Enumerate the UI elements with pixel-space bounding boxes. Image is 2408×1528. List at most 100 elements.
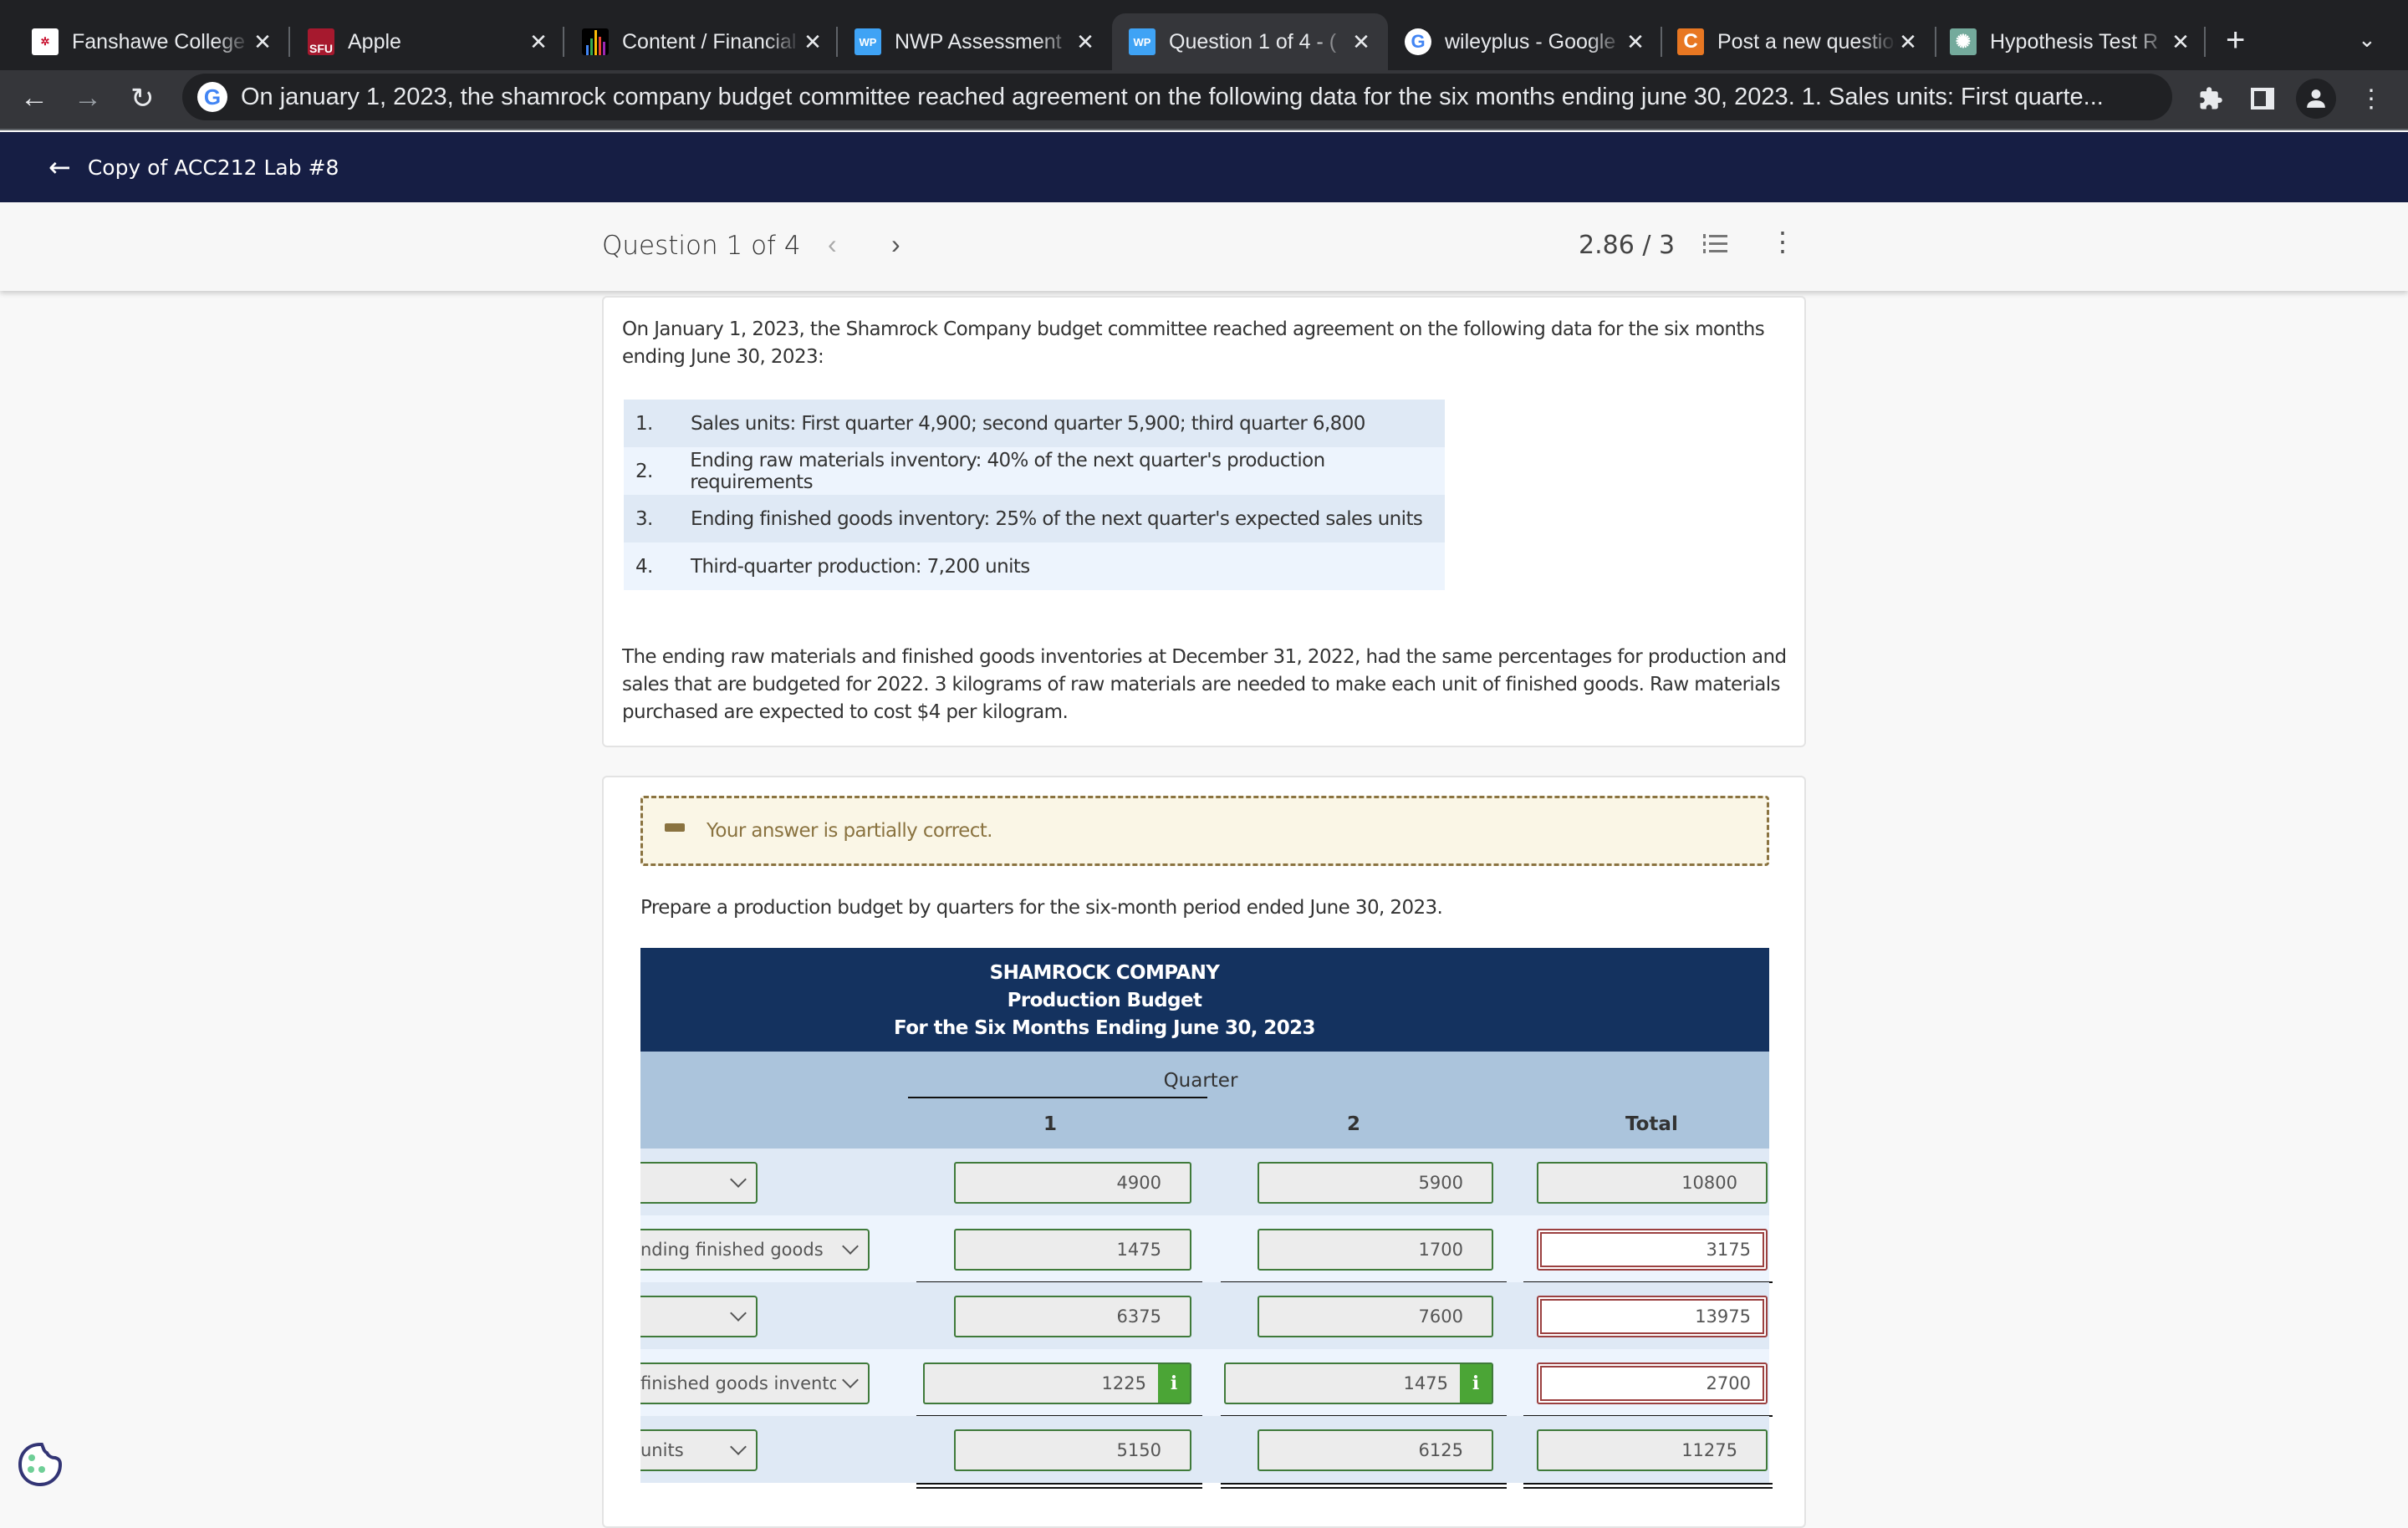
browser-menu-icon[interactable]: ⋮ bbox=[2351, 79, 2391, 119]
info-icon[interactable]: i bbox=[1460, 1364, 1492, 1403]
total-input[interactable]: 11275 bbox=[1537, 1429, 1768, 1471]
tab-separator bbox=[1935, 27, 1936, 57]
tab-label: Apple bbox=[348, 29, 401, 53]
condition-text: Third-quarter production: 7,200 units bbox=[691, 555, 1030, 578]
tab-search-chevron-icon[interactable]: ⌄ bbox=[2358, 27, 2376, 53]
q2-input[interactable]: 7600 bbox=[1258, 1296, 1493, 1337]
table-row: 6375 7600 13975 bbox=[640, 1282, 1769, 1349]
row-label-select[interactable]: nding finished goods bbox=[640, 1229, 870, 1271]
extensions-puzzle-icon[interactable] bbox=[2191, 79, 2231, 119]
question-more-menu-icon[interactable]: ⋮ bbox=[1769, 226, 1796, 257]
close-tab-icon[interactable]: ✕ bbox=[1624, 29, 1647, 55]
tab-fanshawe[interactable]: ✲ Fanshawe College ✕ bbox=[32, 13, 274, 70]
row-label-select[interactable] bbox=[640, 1162, 758, 1204]
chevron-down-icon bbox=[842, 1238, 859, 1255]
statement-name: Production Budget bbox=[1007, 990, 1202, 1011]
browser-toolbar: ← → ↻ G On january 1, 2023, the shamrock… bbox=[0, 70, 2408, 130]
new-tab-button[interactable]: + bbox=[2226, 22, 2245, 59]
close-tab-icon[interactable]: ✕ bbox=[1349, 29, 1373, 55]
tab-separator bbox=[563, 27, 564, 57]
tab-hypothesis-test[interactable]: ✺ Hypothesis Test R ✕ bbox=[1950, 13, 2192, 70]
close-tab-icon[interactable]: ✕ bbox=[801, 29, 824, 55]
condition-number: 2. bbox=[635, 460, 653, 482]
course-header: ← Copy of ACC212 Lab #8 bbox=[0, 132, 2408, 202]
total-input-incorrect[interactable]: 13975 bbox=[1537, 1296, 1768, 1337]
address-text[interactable]: On january 1, 2023, the shamrock company… bbox=[241, 84, 2104, 111]
back-arrow-icon[interactable]: ← bbox=[48, 151, 71, 183]
problem-notes: The ending raw materials and finished go… bbox=[622, 646, 1787, 723]
profile-avatar-icon[interactable] bbox=[2296, 79, 2336, 119]
tab-separator bbox=[2204, 27, 2206, 57]
previous-question-button[interactable]: ‹ bbox=[828, 229, 837, 260]
q1-input[interactable]: 1475 bbox=[954, 1229, 1191, 1271]
side-panel-icon[interactable] bbox=[2242, 79, 2283, 119]
column-header-q2: 2 bbox=[1347, 1113, 1361, 1135]
close-tab-icon[interactable]: ✕ bbox=[251, 29, 274, 55]
q1-input[interactable]: 6375 bbox=[954, 1296, 1191, 1337]
chegg-icon: C bbox=[1677, 28, 1704, 55]
cell-value: 1475 bbox=[1403, 1373, 1448, 1393]
q2-input[interactable]: 1475 i bbox=[1224, 1362, 1493, 1404]
browser-tab-strip: ✲ Fanshawe College ✕ SFU Apple ✕ Content… bbox=[0, 0, 2408, 70]
company-name: SHAMROCK COMPANY bbox=[989, 962, 1220, 984]
row-label-select[interactable] bbox=[640, 1296, 758, 1337]
address-bar[interactable]: G On january 1, 2023, the shamrock compa… bbox=[182, 74, 2172, 120]
tab-question-active[interactable]: WP Question 1 of 4 - ( ✕ bbox=[1112, 13, 1388, 70]
tab-separator bbox=[1661, 27, 1662, 57]
next-question-button[interactable]: › bbox=[891, 229, 900, 260]
budget-table-header: SHAMROCK COMPANY Production Budget For t… bbox=[640, 948, 1769, 1052]
assignment-back-link[interactable]: Copy of ACC212 Lab #8 bbox=[88, 155, 339, 180]
q2-input[interactable]: 6125 bbox=[1258, 1429, 1493, 1471]
row-label-select[interactable]: finished goods inventory bbox=[640, 1362, 870, 1404]
column-header-q1: 1 bbox=[1043, 1113, 1058, 1135]
tab-nwp-assessment[interactable]: WP NWP Assessment ✕ bbox=[855, 13, 1097, 70]
chevron-down-icon bbox=[842, 1372, 859, 1388]
question-list-icon[interactable] bbox=[1702, 232, 1727, 256]
close-tab-icon[interactable]: ✕ bbox=[1074, 29, 1097, 55]
info-icon[interactable]: i bbox=[1158, 1364, 1190, 1403]
chevron-down-icon bbox=[730, 1439, 747, 1455]
tab-label: Hypothesis Test R bbox=[1990, 29, 2159, 53]
tab-label: Fanshawe College bbox=[72, 29, 246, 53]
condition-item: 4. Third-quarter production: 7,200 units bbox=[624, 542, 1445, 590]
condition-number: 1. bbox=[635, 412, 653, 435]
row-label-select[interactable]: units bbox=[640, 1429, 758, 1471]
tab-label: Question 1 of 4 - ( bbox=[1169, 29, 1337, 53]
bar-chart-icon bbox=[582, 28, 609, 55]
total-input-incorrect[interactable]: 2700 bbox=[1537, 1362, 1768, 1404]
close-tab-icon[interactable]: ✕ bbox=[527, 29, 550, 55]
wp-logo-icon: WP bbox=[855, 28, 881, 55]
select-value: finished goods inventory bbox=[640, 1373, 836, 1393]
tab-content-financial[interactable]: Content / Financial ✕ bbox=[582, 13, 824, 70]
total-input-incorrect[interactable]: 3175 bbox=[1537, 1229, 1768, 1271]
condition-text: Ending finished goods inventory: 25% of … bbox=[691, 507, 1423, 530]
q1-input[interactable]: 1225 i bbox=[923, 1362, 1191, 1404]
select-value: nding finished goods bbox=[640, 1240, 824, 1260]
tab-separator bbox=[288, 27, 290, 57]
tab-wileyplus-google[interactable]: G wileyplus - Google ✕ bbox=[1405, 13, 1647, 70]
q2-input[interactable]: 1700 bbox=[1258, 1229, 1493, 1271]
tab-chegg-post[interactable]: C Post a new question ✕ bbox=[1677, 13, 1920, 70]
tab-label: wileyplus - Google bbox=[1445, 29, 1616, 53]
partial-correct-feedback: Your answer is partially correct. bbox=[640, 796, 1769, 866]
condition-item: 2. Ending raw materials inventory: 40% of… bbox=[624, 447, 1445, 495]
condition-number: 3. bbox=[635, 507, 653, 530]
tab-separator bbox=[836, 27, 838, 57]
feedback-message: Your answer is partially correct. bbox=[707, 820, 992, 842]
total-input[interactable]: 10800 bbox=[1537, 1162, 1768, 1204]
close-tab-icon[interactable]: ✕ bbox=[2169, 29, 2192, 55]
instruction-text: Prepare a production budget by quarters … bbox=[640, 897, 1443, 919]
tab-label: Post a new question bbox=[1717, 29, 1896, 53]
q2-input[interactable]: 5900 bbox=[1258, 1162, 1493, 1204]
condition-item: 1. Sales units: First quarter 4,900; seco… bbox=[624, 400, 1445, 447]
back-arrow-icon[interactable]: ← bbox=[20, 82, 48, 115]
forward-arrow-icon[interactable]: → bbox=[74, 82, 102, 115]
statement-period: For the Six Months Ending June 30, 2023 bbox=[894, 1017, 1315, 1039]
tab-apple[interactable]: SFU Apple ✕ bbox=[308, 13, 550, 70]
q1-input[interactable]: 4900 bbox=[954, 1162, 1191, 1204]
q1-input[interactable]: 5150 bbox=[954, 1429, 1191, 1471]
reload-icon[interactable]: ↻ bbox=[130, 82, 155, 115]
table-row: 4900 5900 10800 bbox=[640, 1149, 1769, 1215]
close-tab-icon[interactable]: ✕ bbox=[1896, 29, 1920, 55]
cookie-settings-icon[interactable] bbox=[13, 1438, 67, 1491]
